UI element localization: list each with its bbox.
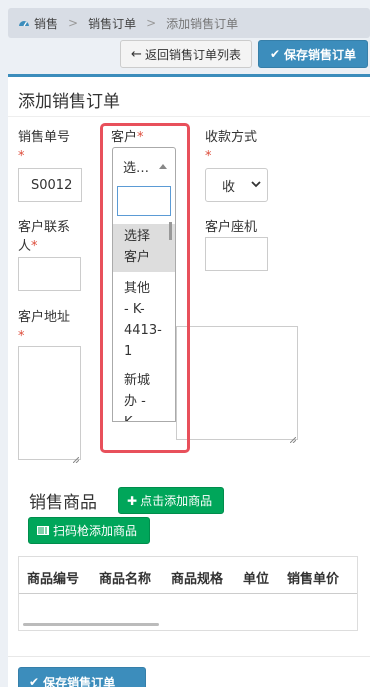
check-icon: ✔ [29,675,40,687]
column-header: 销售单价 [287,572,340,587]
required-mark: * [31,239,38,254]
products-title: 销售商品 [29,493,97,513]
column-header: 商品名称 [99,572,152,587]
payment-select[interactable]: 收 [205,168,268,202]
products-table: 商品编号 商品名称 商品规格 单位 销售单价 [18,556,358,631]
breadcrumb-home[interactable]: 销售 [34,15,58,32]
table-scrollbar[interactable] [23,623,159,626]
payment-label: 收款方式 * [205,128,257,166]
add-product-button[interactable]: ✚ 点击添加商品 [118,487,224,514]
contact-input[interactable] [18,257,81,291]
table-header-border [19,593,357,594]
contact-label-line2: 人 [18,239,32,254]
back-to-list-button[interactable]: ← 返回销售订单列表 [120,40,252,68]
breadcrumb: 销售 > 销售订单 > 添加销售订单 [8,8,370,38]
dashboard-icon [18,17,30,29]
form-title: 添加销售订单 [18,92,120,112]
back-button-label: 返回销售订单列表 [144,47,241,62]
chevron-down-icon [251,178,261,193]
breadcrumb-separator: > [68,16,79,30]
payment-select-value: 收 [222,179,236,195]
landline-input[interactable] [205,237,268,271]
highlight-box [100,123,190,453]
scan-add-label: 扫码枪添加商品 [53,524,138,538]
order-no-label-text: 销售单号 [18,130,71,145]
plus-icon: ✚ [127,493,138,508]
contact-label-line1: 客户联系 [18,220,71,235]
arrow-left-icon: ← [131,46,142,62]
column-header: 单位 [243,572,270,587]
address-label-text: 客户地址 [18,310,71,325]
order-no-label: 销售单号 * [18,128,70,166]
save-order-button[interactable]: ✔ 保存销售订单 [258,40,368,68]
resize-grip-icon[interactable] [289,432,297,444]
divider [8,116,370,117]
save-button-label: 保存销售订单 [43,675,116,687]
order-no-input[interactable]: S0012 [18,168,82,202]
check-icon: ✔ [269,47,281,61]
barcode-icon [37,524,49,538]
add-product-label: 点击添加商品 [140,494,213,508]
save-order-button-bottom[interactable]: ✔ 保存销售订单 [18,667,146,687]
remark-textarea[interactable] [176,326,298,440]
contact-label: 客户联系 人* [18,218,70,256]
resize-grip-icon[interactable] [72,452,80,464]
required-mark: * [205,149,212,164]
breadcrumb-sales-orders[interactable]: 销售订单 [88,15,136,32]
required-mark: * [18,329,25,344]
column-header: 商品编号 [27,572,80,587]
breadcrumb-separator: > [146,16,157,30]
landline-label: 客户座机 [205,220,258,235]
address-textarea[interactable] [18,346,81,460]
payment-label-text: 收款方式 [205,130,258,145]
address-label: 客户地址 * [18,308,70,346]
required-mark: * [18,149,25,164]
divider [8,656,370,657]
scan-add-product-button[interactable]: 扫码枪添加商品 [28,517,150,544]
breadcrumb-current: 添加销售订单 [166,16,239,31]
column-header: 商品规格 [171,572,224,587]
save-button-label: 保存销售订单 [284,47,357,62]
